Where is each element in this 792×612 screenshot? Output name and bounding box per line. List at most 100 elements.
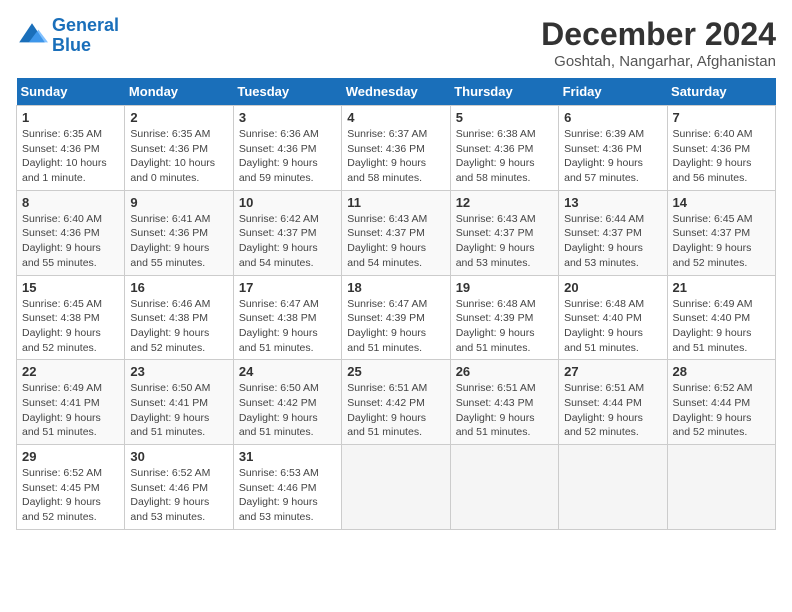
day-cell: 14 Sunrise: 6:45 AM Sunset: 4:37 PM Dayl…: [667, 190, 775, 275]
day-cell: 27 Sunrise: 6:51 AM Sunset: 4:44 PM Dayl…: [559, 360, 667, 445]
day-number: 28: [673, 364, 770, 379]
col-header-saturday: Saturday: [667, 78, 775, 106]
logo-line1: General: [52, 15, 119, 35]
day-cell: 12 Sunrise: 6:43 AM Sunset: 4:37 PM Dayl…: [450, 190, 558, 275]
day-number: 12: [456, 195, 553, 210]
day-info: Sunrise: 6:51 AM Sunset: 4:43 PM Dayligh…: [456, 381, 553, 440]
day-info: Sunrise: 6:47 AM Sunset: 4:38 PM Dayligh…: [239, 297, 336, 356]
day-cell: 28 Sunrise: 6:52 AM Sunset: 4:44 PM Dayl…: [667, 360, 775, 445]
day-cell: 7 Sunrise: 6:40 AM Sunset: 4:36 PM Dayli…: [667, 106, 775, 191]
day-number: 2: [130, 110, 227, 125]
day-number: 23: [130, 364, 227, 379]
day-cell: 23 Sunrise: 6:50 AM Sunset: 4:41 PM Dayl…: [125, 360, 233, 445]
day-number: 16: [130, 280, 227, 295]
location-title: Goshtah, Nangarhar, Afghanistan: [541, 53, 776, 70]
week-row-3: 15 Sunrise: 6:45 AM Sunset: 4:38 PM Dayl…: [17, 275, 776, 360]
day-info: Sunrise: 6:50 AM Sunset: 4:42 PM Dayligh…: [239, 381, 336, 440]
day-info: Sunrise: 6:40 AM Sunset: 4:36 PM Dayligh…: [22, 212, 119, 271]
day-cell: 2 Sunrise: 6:35 AM Sunset: 4:36 PM Dayli…: [125, 106, 233, 191]
day-cell: 15 Sunrise: 6:45 AM Sunset: 4:38 PM Dayl…: [17, 275, 125, 360]
header: General Blue December 2024 Goshtah, Nang…: [16, 16, 776, 70]
day-info: Sunrise: 6:42 AM Sunset: 4:37 PM Dayligh…: [239, 212, 336, 271]
day-cell: 9 Sunrise: 6:41 AM Sunset: 4:36 PM Dayli…: [125, 190, 233, 275]
day-number: 5: [456, 110, 553, 125]
day-info: Sunrise: 6:44 AM Sunset: 4:37 PM Dayligh…: [564, 212, 661, 271]
title-area: December 2024 Goshtah, Nangarhar, Afghan…: [541, 16, 776, 70]
day-number: 25: [347, 364, 444, 379]
day-cell: 21 Sunrise: 6:49 AM Sunset: 4:40 PM Dayl…: [667, 275, 775, 360]
day-cell: 25 Sunrise: 6:51 AM Sunset: 4:42 PM Dayl…: [342, 360, 450, 445]
day-number: 14: [673, 195, 770, 210]
day-number: 27: [564, 364, 661, 379]
day-cell: 1 Sunrise: 6:35 AM Sunset: 4:36 PM Dayli…: [17, 106, 125, 191]
day-cell: 16 Sunrise: 6:46 AM Sunset: 4:38 PM Dayl…: [125, 275, 233, 360]
day-info: Sunrise: 6:45 AM Sunset: 4:37 PM Dayligh…: [673, 212, 770, 271]
day-cell: 24 Sunrise: 6:50 AM Sunset: 4:42 PM Dayl…: [233, 360, 341, 445]
day-info: Sunrise: 6:37 AM Sunset: 4:36 PM Dayligh…: [347, 127, 444, 186]
day-number: 10: [239, 195, 336, 210]
day-cell: 29 Sunrise: 6:52 AM Sunset: 4:45 PM Dayl…: [17, 445, 125, 530]
day-number: 6: [564, 110, 661, 125]
day-info: Sunrise: 6:38 AM Sunset: 4:36 PM Dayligh…: [456, 127, 553, 186]
day-cell: [667, 445, 775, 530]
day-info: Sunrise: 6:35 AM Sunset: 4:36 PM Dayligh…: [22, 127, 119, 186]
day-cell: 5 Sunrise: 6:38 AM Sunset: 4:36 PM Dayli…: [450, 106, 558, 191]
day-number: 15: [22, 280, 119, 295]
day-info: Sunrise: 6:40 AM Sunset: 4:36 PM Dayligh…: [673, 127, 770, 186]
day-info: Sunrise: 6:48 AM Sunset: 4:40 PM Dayligh…: [564, 297, 661, 356]
day-number: 19: [456, 280, 553, 295]
day-cell: 20 Sunrise: 6:48 AM Sunset: 4:40 PM Dayl…: [559, 275, 667, 360]
day-info: Sunrise: 6:35 AM Sunset: 4:36 PM Dayligh…: [130, 127, 227, 186]
day-info: Sunrise: 6:47 AM Sunset: 4:39 PM Dayligh…: [347, 297, 444, 356]
day-cell: 31 Sunrise: 6:53 AM Sunset: 4:46 PM Dayl…: [233, 445, 341, 530]
col-header-sunday: Sunday: [17, 78, 125, 106]
col-header-monday: Monday: [125, 78, 233, 106]
day-number: 18: [347, 280, 444, 295]
day-info: Sunrise: 6:46 AM Sunset: 4:38 PM Dayligh…: [130, 297, 227, 356]
day-cell: [450, 445, 558, 530]
day-number: 24: [239, 364, 336, 379]
day-info: Sunrise: 6:43 AM Sunset: 4:37 PM Dayligh…: [347, 212, 444, 271]
day-info: Sunrise: 6:39 AM Sunset: 4:36 PM Dayligh…: [564, 127, 661, 186]
day-info: Sunrise: 6:48 AM Sunset: 4:39 PM Dayligh…: [456, 297, 553, 356]
day-number: 11: [347, 195, 444, 210]
day-number: 4: [347, 110, 444, 125]
day-cell: [342, 445, 450, 530]
day-cell: 18 Sunrise: 6:47 AM Sunset: 4:39 PM Dayl…: [342, 275, 450, 360]
day-number: 30: [130, 449, 227, 464]
day-number: 13: [564, 195, 661, 210]
day-info: Sunrise: 6:51 AM Sunset: 4:42 PM Dayligh…: [347, 381, 444, 440]
day-number: 31: [239, 449, 336, 464]
logo-icon: [16, 20, 48, 52]
day-number: 7: [673, 110, 770, 125]
day-info: Sunrise: 6:43 AM Sunset: 4:37 PM Dayligh…: [456, 212, 553, 271]
day-cell: 10 Sunrise: 6:42 AM Sunset: 4:37 PM Dayl…: [233, 190, 341, 275]
day-number: 21: [673, 280, 770, 295]
day-number: 17: [239, 280, 336, 295]
col-header-thursday: Thursday: [450, 78, 558, 106]
day-number: 20: [564, 280, 661, 295]
day-info: Sunrise: 6:53 AM Sunset: 4:46 PM Dayligh…: [239, 466, 336, 525]
col-header-friday: Friday: [559, 78, 667, 106]
col-header-tuesday: Tuesday: [233, 78, 341, 106]
day-number: 29: [22, 449, 119, 464]
day-cell: 6 Sunrise: 6:39 AM Sunset: 4:36 PM Dayli…: [559, 106, 667, 191]
week-row-1: 1 Sunrise: 6:35 AM Sunset: 4:36 PM Dayli…: [17, 106, 776, 191]
logo-line2: Blue: [52, 35, 91, 55]
day-number: 3: [239, 110, 336, 125]
day-info: Sunrise: 6:41 AM Sunset: 4:36 PM Dayligh…: [130, 212, 227, 271]
day-info: Sunrise: 6:52 AM Sunset: 4:44 PM Dayligh…: [673, 381, 770, 440]
day-number: 9: [130, 195, 227, 210]
day-info: Sunrise: 6:50 AM Sunset: 4:41 PM Dayligh…: [130, 381, 227, 440]
day-cell: 4 Sunrise: 6:37 AM Sunset: 4:36 PM Dayli…: [342, 106, 450, 191]
day-info: Sunrise: 6:52 AM Sunset: 4:45 PM Dayligh…: [22, 466, 119, 525]
day-cell: 17 Sunrise: 6:47 AM Sunset: 4:38 PM Dayl…: [233, 275, 341, 360]
day-cell: 3 Sunrise: 6:36 AM Sunset: 4:36 PM Dayli…: [233, 106, 341, 191]
month-title: December 2024: [541, 16, 776, 53]
week-row-5: 29 Sunrise: 6:52 AM Sunset: 4:45 PM Dayl…: [17, 445, 776, 530]
day-info: Sunrise: 6:36 AM Sunset: 4:36 PM Dayligh…: [239, 127, 336, 186]
day-number: 8: [22, 195, 119, 210]
day-cell: 13 Sunrise: 6:44 AM Sunset: 4:37 PM Dayl…: [559, 190, 667, 275]
day-number: 22: [22, 364, 119, 379]
col-header-wednesday: Wednesday: [342, 78, 450, 106]
